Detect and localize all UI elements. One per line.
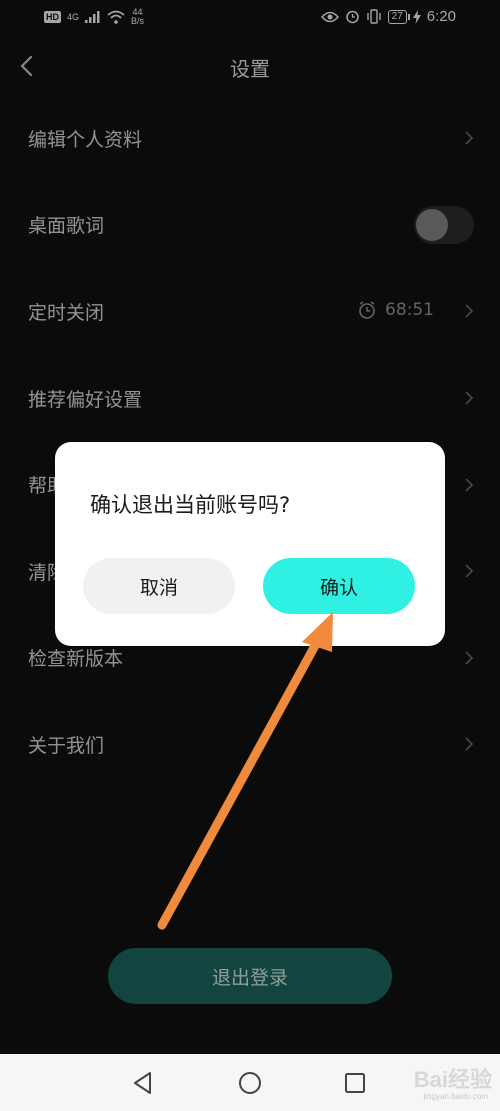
confirm-button[interactable]: 确认 xyxy=(263,558,415,614)
dialog-message: 确认退出当前账号吗? xyxy=(90,493,291,517)
home-circle-icon[interactable] xyxy=(235,1068,265,1098)
logout-confirm-dialog: 确认退出当前账号吗? 取消 确认 xyxy=(55,442,445,646)
system-nav-bar: Bai经验 jingyan.baidu.com xyxy=(0,1054,500,1111)
back-triangle-icon[interactable] xyxy=(128,1068,158,1098)
cancel-button[interactable]: 取消 xyxy=(83,558,235,614)
watermark-url: jingyan.baidu.com xyxy=(423,1092,488,1101)
recent-square-icon[interactable] xyxy=(340,1068,370,1098)
watermark-logo: Bai经验 xyxy=(413,1067,492,1092)
